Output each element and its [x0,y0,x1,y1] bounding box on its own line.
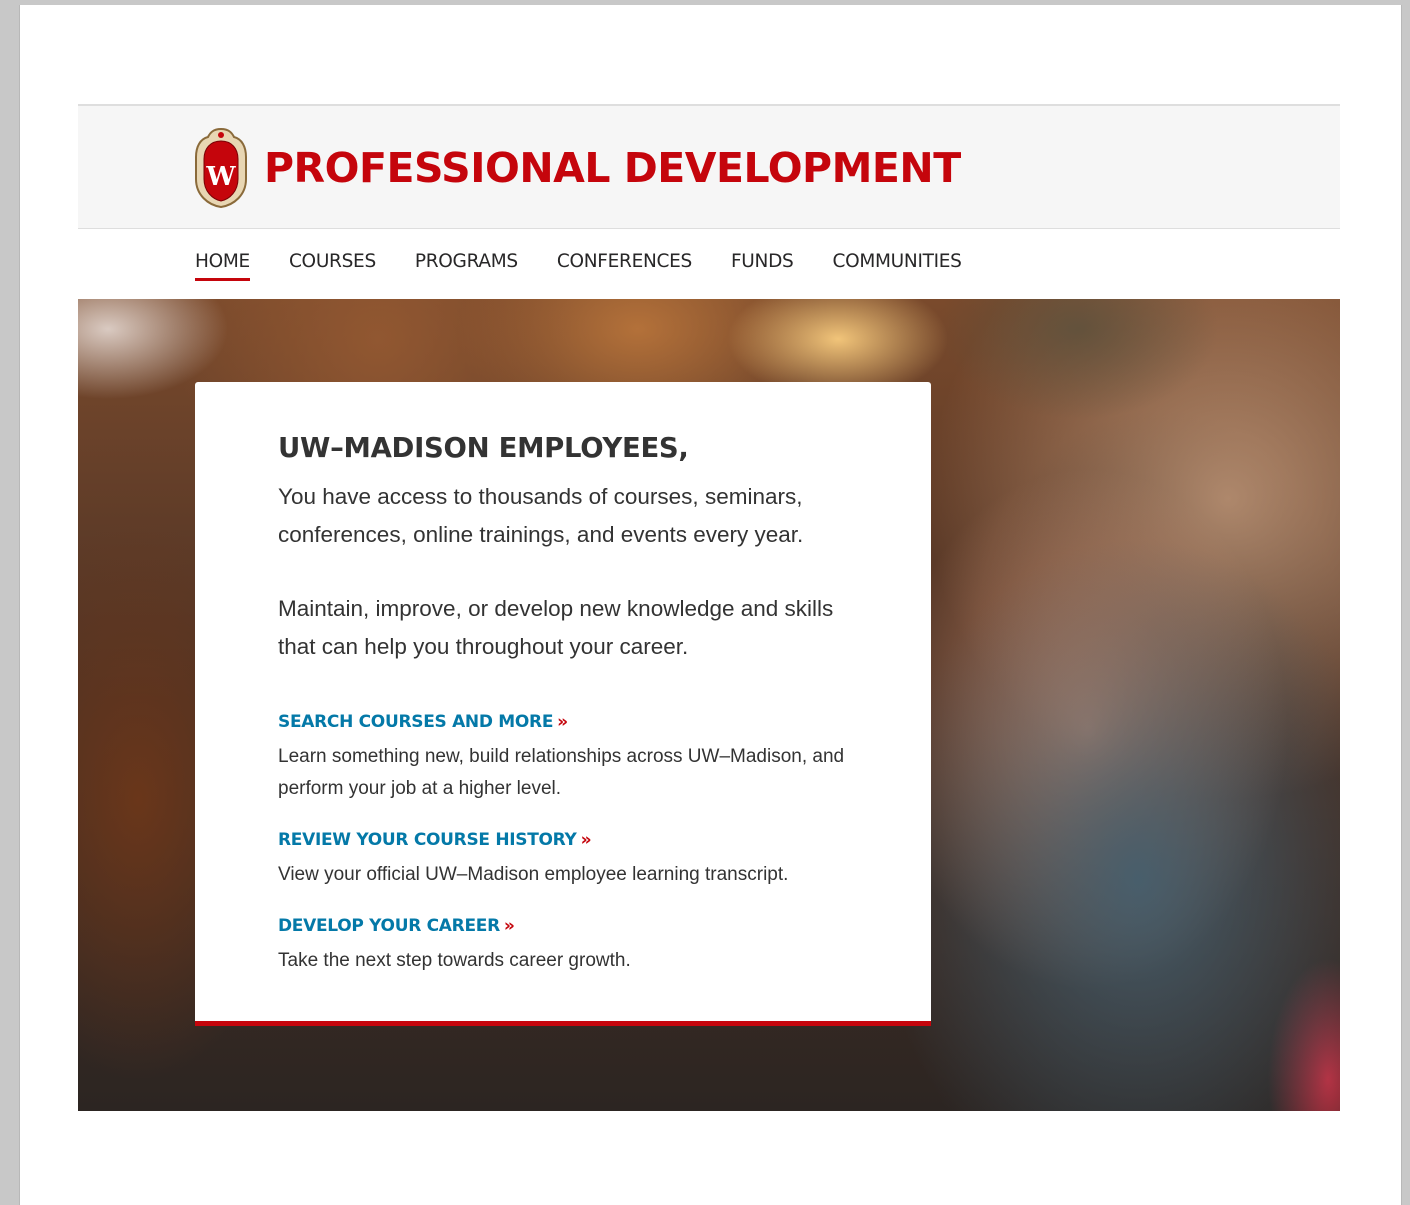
nav-item-courses[interactable]: COURSES [289,251,376,281]
chevron-right-icon: » [580,830,592,850]
nav-list: HOME COURSES PROGRAMS CONFERENCES FUNDS … [195,251,1001,281]
main-nav: HOME COURSES PROGRAMS CONFERENCES FUNDS … [78,229,1340,299]
link-block-history: REVIEW YOUR COURSE HISTORY» View your of… [278,830,848,891]
nav-item-funds[interactable]: FUNDS [731,251,794,281]
nav-item-conferences[interactable]: CONFERENCES [557,251,692,281]
search-courses-description: Learn something new, build relationships… [278,746,845,799]
site: W PROFESSIONAL DEVELOPMENT HOME COURSES … [78,104,1340,1111]
course-history-description: View your official UW–Madison employee l… [278,864,789,885]
uw-crest-icon[interactable]: W [194,127,248,209]
course-history-link[interactable]: REVIEW YOUR COURSE HISTORY» [278,830,592,850]
welcome-card: UW–MADISON EMPLOYEES, You have access to… [195,382,931,1026]
crest-letter: W [205,162,236,192]
chevron-right-icon: » [557,712,568,732]
link-block-search: SEARCH COURSES AND MORE» Learn something… [278,712,848,805]
develop-career-description: Take the next step towards career growth… [278,950,631,971]
search-courses-link[interactable]: SEARCH COURSES AND MORE» [278,712,568,732]
link-block-career: DEVELOP YOUR CAREER» Take the next step … [278,916,848,977]
nav-item-programs[interactable]: PROGRAMS [415,251,518,281]
develop-career-link-label: DEVELOP YOUR CAREER [278,916,500,936]
chevron-right-icon: » [503,916,515,936]
nav-item-communities[interactable]: COMMUNITIES [832,251,961,281]
develop-career-link[interactable]: DEVELOP YOUR CAREER» [278,916,515,936]
search-courses-link-label: SEARCH COURSES AND MORE [278,712,554,732]
nav-item-home[interactable]: HOME [195,251,250,281]
card-heading: UW–MADISON EMPLOYEES, [278,432,689,464]
hero-banner: UW–MADISON EMPLOYEES, You have access to… [78,299,1340,1111]
course-history-link-label: REVIEW YOUR COURSE HISTORY [278,830,577,850]
site-title[interactable]: PROFESSIONAL DEVELOPMENT [264,144,961,192]
site-header: W PROFESSIONAL DEVELOPMENT [78,104,1340,229]
card-intro-1: You have access to thousands of courses,… [278,484,804,547]
card-intro-2: Maintain, improve, or develop new knowle… [278,596,834,659]
